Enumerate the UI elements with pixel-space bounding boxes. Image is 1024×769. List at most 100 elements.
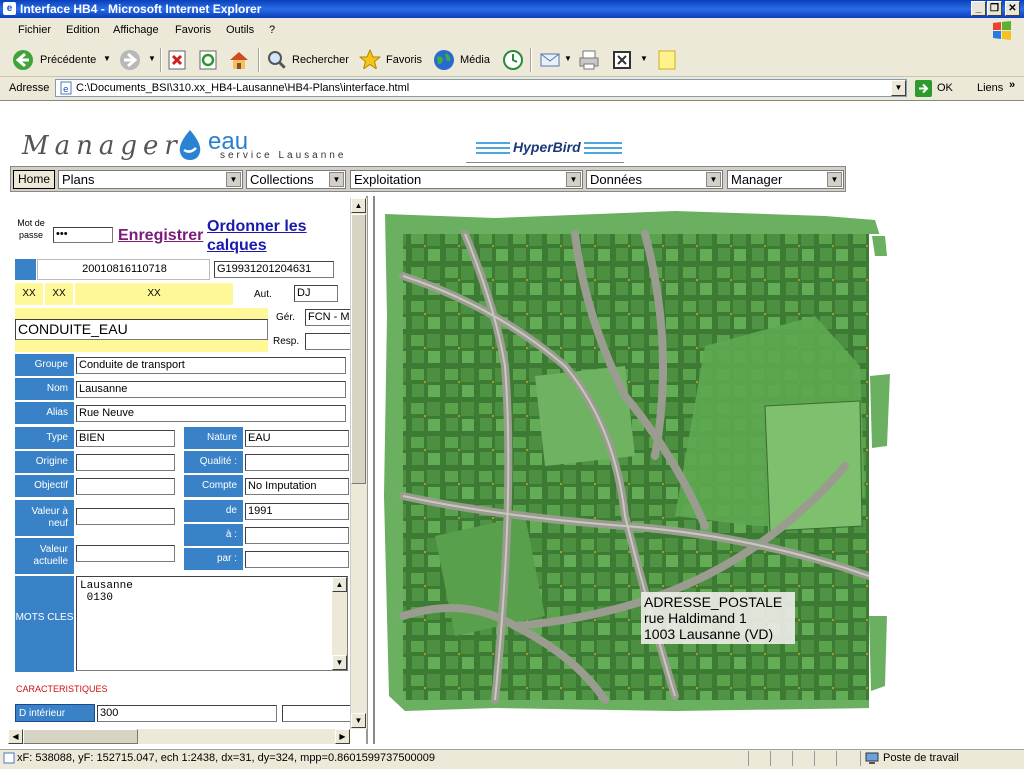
address-url[interactable]: C:\Documents_BSI\310.xx_HB4-Lausanne\HB4… — [76, 82, 409, 94]
mail-dropdown-icon[interactable]: ▼ — [564, 54, 572, 63]
edit-dropdown-icon[interactable]: ▼ — [640, 54, 648, 63]
search-icon[interactable] — [266, 49, 288, 71]
compte-label: Compte — [184, 475, 243, 497]
menu-outils[interactable]: Outils — [226, 24, 254, 36]
search-button-label[interactable]: Rechercher — [292, 54, 349, 66]
password-field[interactable]: ••• — [53, 227, 113, 243]
menu-help[interactable]: ? — [269, 24, 275, 36]
chevron-right-icon[interactable]: ▶ — [335, 729, 350, 744]
chevron-left-icon[interactable]: ◀ — [8, 729, 23, 744]
origine-field[interactable] — [76, 454, 175, 471]
chevron-up-icon[interactable]: ▲ — [351, 198, 366, 213]
nature-field[interactable]: EAU — [245, 430, 349, 447]
par-field[interactable] — [245, 551, 349, 568]
back-arrow-icon[interactable] — [12, 49, 34, 71]
par-label: par : — [184, 548, 243, 570]
order-layers-link[interactable]: Ordonner les calques — [207, 217, 337, 255]
d-interieur-field[interactable]: 300 — [97, 705, 277, 722]
valeur-actuelle-label: Valeur actuelle — [15, 538, 74, 574]
valeur-neuf-field[interactable] — [76, 508, 175, 525]
back-dropdown-icon[interactable]: ▼ — [103, 54, 111, 63]
menu-edition[interactable]: Edition — [66, 24, 100, 36]
chevron-down-icon[interactable]: ▼ — [566, 172, 581, 187]
links-label[interactable]: Liens — [977, 82, 1003, 94]
map-canvas[interactable] — [375, 196, 1024, 744]
objectif-label: Objectif — [15, 475, 74, 497]
chevron-down-icon[interactable]: ▼ — [332, 655, 347, 670]
d-interieur-extra-field[interactable] — [282, 705, 352, 722]
media-globe-icon[interactable] — [433, 49, 455, 71]
nom-field[interactable]: Lausanne — [76, 381, 346, 398]
responsible-field[interactable] — [305, 333, 351, 350]
select-collections[interactable]: Collections ▼ — [246, 170, 346, 189]
home-icon[interactable] — [228, 49, 250, 71]
media-button-label[interactable]: Média — [460, 54, 490, 66]
favorites-button-label[interactable]: Favoris — [386, 54, 422, 66]
close-button[interactable]: ✕ — [1005, 1, 1020, 16]
note-icon[interactable] — [656, 49, 678, 71]
refresh-icon[interactable] — [197, 49, 219, 71]
hyperbird-logo: HyperBird — [476, 138, 622, 158]
select-plans-value: Plans — [62, 172, 95, 187]
maximize-button[interactable]: ❐ — [987, 1, 1002, 16]
nature-label: Nature — [184, 427, 243, 449]
menu-fichier[interactable]: Fichier — [18, 24, 51, 36]
manager-field[interactable]: FCN - M — [305, 309, 351, 326]
select-plans[interactable]: Plans ▼ — [58, 170, 243, 189]
compte-field[interactable]: No Imputation — [245, 478, 349, 495]
chevron-down-icon[interactable]: ▼ — [827, 172, 842, 187]
global-id-field[interactable]: G19931201204631 — [214, 261, 334, 278]
mail-icon[interactable] — [539, 49, 561, 71]
chevron-down-icon[interactable]: ▼ — [329, 172, 344, 187]
a-field[interactable] — [245, 527, 349, 544]
mots-cles-textarea[interactable]: Lausanne 0130 — [76, 576, 348, 671]
status-divider — [792, 751, 793, 766]
forward-dropdown-icon[interactable]: ▼ — [148, 54, 156, 63]
minimize-button[interactable]: _ — [971, 1, 986, 16]
print-icon[interactable] — [578, 49, 600, 71]
edit-icon[interactable] — [611, 49, 633, 71]
chevron-down-icon[interactable]: ▼ — [351, 713, 366, 728]
origine-label: Origine — [15, 451, 74, 473]
select-exploitation[interactable]: Exploitation ▼ — [350, 170, 583, 189]
vertical-scroll-thumb[interactable] — [351, 214, 366, 484]
chevron-right-icon[interactable]: » — [1009, 79, 1015, 91]
type-label: Type — [15, 427, 74, 449]
address-dropdown-icon[interactable]: ▼ — [891, 80, 906, 96]
valeur-actuelle-field[interactable] — [76, 545, 175, 562]
objectif-field[interactable] — [76, 478, 175, 495]
select-manager[interactable]: Manager ▼ — [727, 170, 844, 189]
forward-arrow-icon[interactable] — [119, 49, 141, 71]
map-view[interactable] — [373, 196, 1024, 744]
chevron-up-icon[interactable]: ▲ — [332, 577, 347, 592]
horizontal-scroll-thumb[interactable] — [23, 729, 138, 744]
status-divider — [860, 751, 861, 766]
de-field[interactable]: 1991 — [245, 503, 349, 520]
history-icon[interactable] — [502, 49, 524, 71]
go-arrow-icon[interactable] — [915, 80, 932, 97]
chevron-down-icon[interactable]: ▼ — [226, 172, 241, 187]
menu-affichage[interactable]: Affichage — [113, 24, 159, 36]
stop-icon[interactable] — [166, 49, 188, 71]
object-title-field[interactable]: CONDUITE_EAU — [15, 319, 268, 340]
svg-text:e: e — [63, 85, 69, 95]
address-line-2: rue Haldimand 1 — [644, 610, 747, 626]
alias-field[interactable]: Rue Neuve — [76, 405, 346, 422]
home-button[interactable]: Home — [13, 170, 55, 189]
go-button-label[interactable]: OK — [937, 82, 953, 94]
type-field[interactable]: BIEN — [76, 430, 175, 447]
author-field[interactable]: DJ — [294, 285, 338, 302]
windows-logo-icon — [993, 21, 1011, 40]
save-link[interactable]: Enregistrer — [118, 227, 203, 245]
status-divider — [836, 751, 837, 766]
groupe-field[interactable]: Conduite de transport — [76, 357, 346, 374]
code-cell-1: XX — [15, 283, 44, 305]
d-interieur-label: D intérieur — [15, 704, 95, 722]
back-button-label[interactable]: Précédente — [40, 54, 96, 66]
responsible-label: Resp. — [273, 336, 300, 347]
qualite-field[interactable] — [245, 454, 349, 471]
menu-favoris[interactable]: Favoris — [175, 24, 211, 36]
favorites-star-icon[interactable] — [359, 49, 381, 71]
chevron-down-icon[interactable]: ▼ — [706, 172, 721, 187]
select-donnees[interactable]: Données ▼ — [586, 170, 723, 189]
